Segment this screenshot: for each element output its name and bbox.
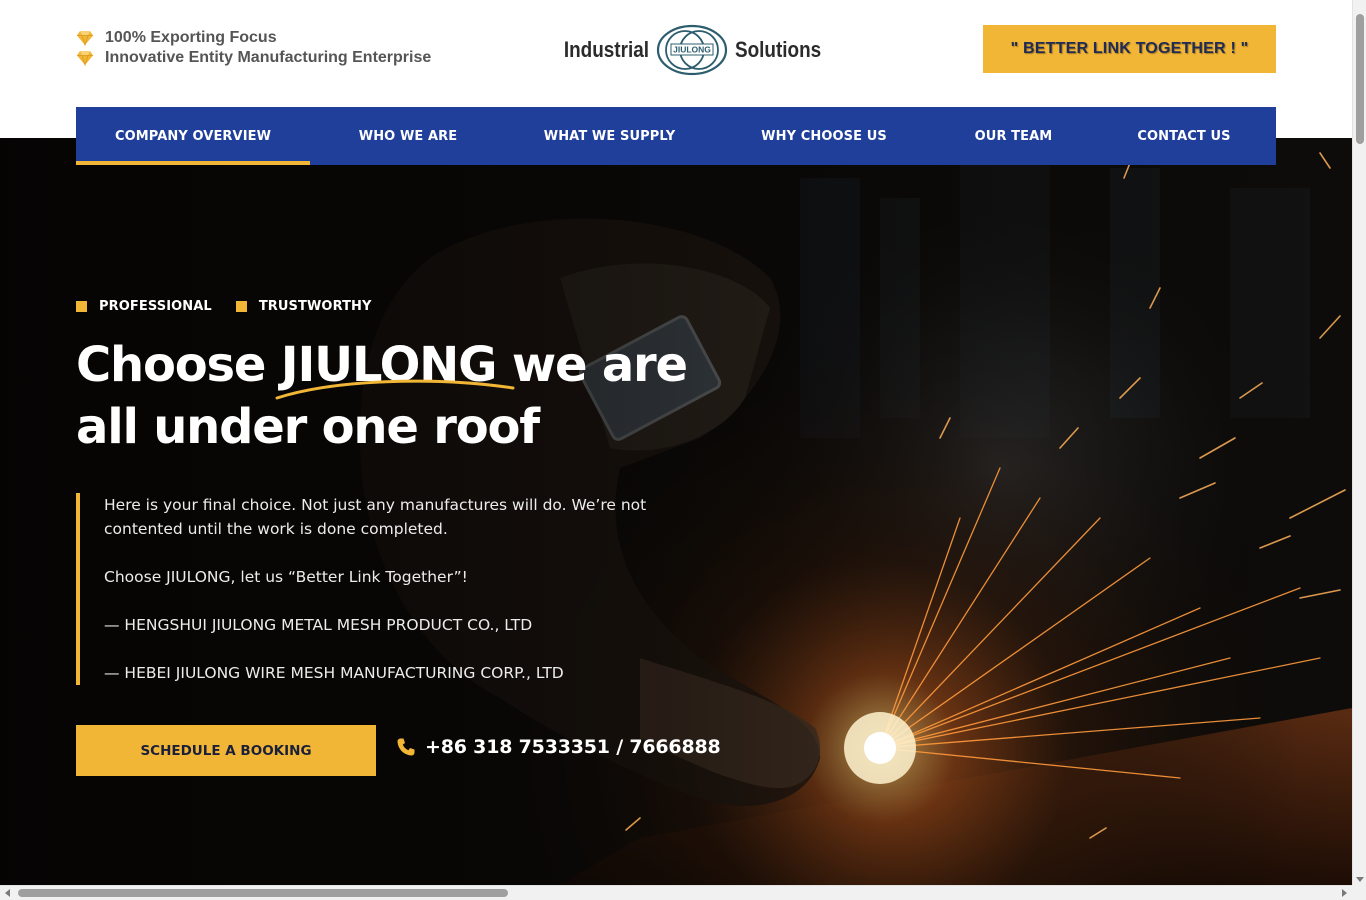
- better-link-together-button[interactable]: " BETTER LINK TOGETHER ! ": [983, 25, 1276, 73]
- schedule-booking-button[interactable]: SCHEDULE A BOOKING: [76, 725, 376, 776]
- badge-professional: PROFESSIONAL: [76, 299, 212, 314]
- nav-item-label: COMPANY OVERVIEW: [114, 128, 272, 144]
- scroll-left-arrow-icon[interactable]: [5, 889, 10, 897]
- headline-brand: JIULONG: [275, 334, 515, 400]
- phone-icon: [397, 738, 415, 756]
- phone-contact[interactable]: +86 318 7533351 / 7666888: [396, 736, 721, 758]
- tagline-enterprise: Innovative Entity Manufacturing Enterpri…: [76, 49, 431, 67]
- vertical-scroll-thumb[interactable]: [1356, 14, 1364, 144]
- jiulong-emblem-icon: JIULONG: [656, 24, 728, 76]
- diamond-icon: [77, 31, 93, 47]
- nav-item-label: WHO WE ARE: [358, 128, 458, 144]
- vertical-scrollbar[interactable]: [1352, 0, 1366, 885]
- quote-slogan: Choose JIULONG, let us “Better Link Toge…: [104, 568, 468, 586]
- nav-item-our-team[interactable]: OUR TEAM: [935, 107, 1092, 165]
- nav-item-why-choose-us[interactable]: WHY CHOOSE US: [713, 107, 935, 165]
- phone-number: +86 318 7533351 / 7666888: [425, 736, 721, 758]
- scroll-right-arrow-icon[interactable]: [1342, 889, 1347, 897]
- diamond-icon: [77, 51, 93, 67]
- horizontal-scrollbar[interactable]: [0, 885, 1352, 900]
- badge-trustworthy: TRUSTWORTHY: [235, 299, 372, 314]
- headline-part: Choose: [76, 337, 281, 393]
- emblem-text: JIULONG: [673, 45, 711, 55]
- scroll-down-arrow-icon[interactable]: [1356, 877, 1364, 882]
- quote-intro: Here is your final choice. Not just any …: [104, 496, 647, 538]
- logo-left-word: Industrial: [563, 37, 650, 62]
- underline-swoosh-icon: [275, 379, 515, 400]
- logo-right-word: Solutions: [735, 37, 822, 62]
- hero-headline: Choose JIULONG we are all under one roof: [76, 334, 716, 458]
- tagline-text: 100% Exporting Focus: [105, 29, 277, 46]
- headline-line2: all under one roof: [76, 399, 540, 455]
- badge-label: PROFESSIONAL: [99, 299, 212, 314]
- nav-item-contact-us[interactable]: CONTACT US: [1092, 107, 1276, 165]
- tagline-export-focus: 100% Exporting Focus: [76, 29, 277, 47]
- nav-item-label: WHY CHOOSE US: [761, 128, 887, 144]
- site-logo[interactable]: Industrial JIULONG Solutions: [550, 22, 835, 78]
- nav-item-company-overview[interactable]: COMPANY OVERVIEW: [76, 107, 310, 165]
- main-nav: COMPANY OVERVIEW WHO WE ARE WHAT WE SUPP…: [76, 107, 1276, 165]
- nav-item-label: WHAT WE SUPPLY: [543, 128, 676, 144]
- nav-item-what-we-supply[interactable]: WHAT WE SUPPLY: [506, 107, 713, 165]
- horizontal-scroll-thumb[interactable]: [18, 889, 508, 897]
- headline-part: we are: [496, 337, 688, 393]
- hero-badges: PROFESSIONAL TRUSTWORTHY: [76, 299, 372, 314]
- square-bullet-icon: [76, 301, 87, 312]
- nav-item-who-we-are[interactable]: WHO WE ARE: [310, 107, 506, 165]
- quote-company-2: — HEBEI JIULONG WIRE MESH MANUFACTURING …: [104, 664, 564, 682]
- square-bullet-icon: [235, 301, 247, 312]
- nav-item-label: CONTACT US: [1137, 128, 1231, 144]
- badge-label: TRUSTWORTHY: [258, 299, 372, 314]
- nav-item-label: OUR TEAM: [974, 128, 1053, 144]
- quote-company-1: — HENGSHUI JIULONG METAL MESH PRODUCT CO…: [104, 616, 533, 634]
- tagline-text: Innovative Entity Manufacturing Enterpri…: [105, 49, 432, 66]
- hero-quote: Here is your final choice. Not just any …: [76, 493, 676, 685]
- scrollbar-corner: [1352, 885, 1366, 900]
